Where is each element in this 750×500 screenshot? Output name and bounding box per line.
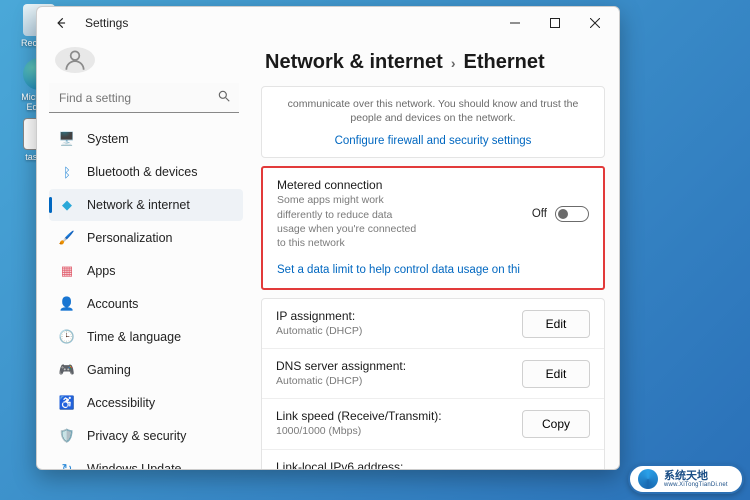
accounts-icon: 👤 [59,296,75,312]
sidebar-item-personalization[interactable]: 🖌️ Personalization [49,222,243,254]
accessibility-icon: ♿ [59,395,75,411]
logo-badge: 系统天地 www.XiTongTianDi.net [628,464,744,494]
chevron-right-icon: › [451,55,456,71]
minimize-button[interactable] [495,9,535,37]
detail-row-title: IP assignment: [276,309,512,323]
sidebar-item-bluetooth[interactable]: ᛒ Bluetooth & devices [49,156,243,188]
personalization-icon: 🖌️ [59,230,75,246]
detail-row-value: Automatic (DHCP) [276,374,416,388]
detail-row-value: Automatic (DHCP) [276,324,416,338]
logo-icon [638,469,658,489]
avatar[interactable] [55,47,95,73]
titlebar: Settings [37,7,619,39]
network-profile-description: communicate over this network. You shoul… [276,97,590,131]
sidebar-item-apps[interactable]: ▦ Apps [49,255,243,287]
metered-connection-panel: Metered connection Some apps might work … [261,166,605,290]
metered-toggle-label: Off [532,208,547,220]
sidebar-item-network[interactable]: ◆ Network & internet [49,189,243,221]
search-icon[interactable] [217,89,231,108]
nav-list: 🖥️ System ᛒ Bluetooth & devices ◆ Network & i… [49,123,243,469]
sidebar-item-accessibility[interactable]: ♿ Accessibility [49,387,243,419]
close-icon [590,18,600,28]
sidebar-item-windows-update[interactable]: ↻ Windows Update [49,453,243,469]
sidebar-item-label: Apps [87,264,235,278]
content-area: Network & internet › Ethernet communicat… [251,39,619,469]
sidebar-item-label: Gaming [87,363,235,377]
sidebar-item-system[interactable]: 🖥️ System [49,123,243,155]
back-arrow-icon [54,16,68,30]
sidebar-item-label: Bluetooth & devices [87,165,235,179]
sidebar-item-label: Network & internet [87,198,235,212]
window-title: Settings [85,16,128,30]
detail-row: Link-local IPv6 address: [262,449,604,469]
minimize-icon [510,18,520,28]
sidebar-item-label: Time & language [87,330,235,344]
metered-toggle[interactable] [555,206,589,222]
sidebar-item-privacy-security[interactable]: 🛡️ Privacy & security [49,420,243,452]
maximize-icon [550,18,560,28]
back-button[interactable] [47,9,75,37]
sidebar-item-label: Windows Update [87,462,235,469]
sidebar: 🖥️ System ᛒ Bluetooth & devices ◆ Network & i… [37,39,251,469]
sidebar-item-label: System [87,132,235,146]
privacy-security-icon: 🛡️ [59,428,75,444]
details-panel: IP assignment:Automatic (DHCP)EditDNS se… [261,298,605,469]
search-input[interactable] [49,83,239,113]
sidebar-item-label: Personalization [87,231,235,245]
metered-description: Some apps might work differently to redu… [277,193,417,250]
firewall-settings-link[interactable]: Configure firewall and security settings [276,135,590,147]
metered-title: Metered connection [277,178,522,192]
edit-button[interactable]: Edit [522,360,590,388]
time-language-icon: 🕒 [59,329,75,345]
settings-window: Settings 🖥️ System ᛒ Bluetooth & devices ◆ Ne… [36,6,620,470]
person-icon [62,47,88,73]
gaming-icon: 🎮 [59,362,75,378]
detail-row: IP assignment:Automatic (DHCP) Edit [262,299,604,348]
logo-url: www.XiTongTianDi.net [664,482,728,488]
data-limit-link[interactable]: Set a data limit to help control data us… [277,264,520,276]
breadcrumb-parent[interactable]: Network & internet [265,51,443,74]
apps-icon: ▦ [59,263,75,279]
detail-row-title: Link-local IPv6 address: [276,460,590,469]
sidebar-item-accounts[interactable]: 👤 Accounts [49,288,243,320]
detail-row-value: 1000/1000 (Mbps) [276,424,416,438]
detail-row: DNS server assignment:Automatic (DHCP) Ed… [262,348,604,398]
sidebar-item-time-language[interactable]: 🕒 Time & language [49,321,243,353]
sidebar-item-label: Accessibility [87,396,235,410]
sidebar-item-label: Accounts [87,297,235,311]
detail-row-title: Link speed (Receive/Transmit): [276,409,512,423]
logo-name: 系统天地 [664,471,728,482]
detail-row-title: DNS server assignment: [276,359,512,373]
sidebar-item-label: Privacy & security [87,429,235,443]
copy-button[interactable]: Copy [522,410,590,438]
edit-button[interactable]: Edit [522,310,590,338]
breadcrumb: Network & internet › Ethernet [265,51,605,74]
network-icon: ◆ [59,197,75,213]
close-button[interactable] [575,9,615,37]
toggle-knob-icon [558,209,568,219]
windows-update-icon: ↻ [59,461,75,469]
system-icon: 🖥️ [59,131,75,147]
sidebar-item-gaming[interactable]: 🎮 Gaming [49,354,243,386]
bluetooth-icon: ᛒ [59,164,75,180]
search-box [49,83,239,113]
detail-row: Link speed (Receive/Transmit):1000/1000 … [262,398,604,448]
network-profile-panel: communicate over this network. You shoul… [261,86,605,158]
maximize-button[interactable] [535,9,575,37]
breadcrumb-current: Ethernet [463,51,544,74]
